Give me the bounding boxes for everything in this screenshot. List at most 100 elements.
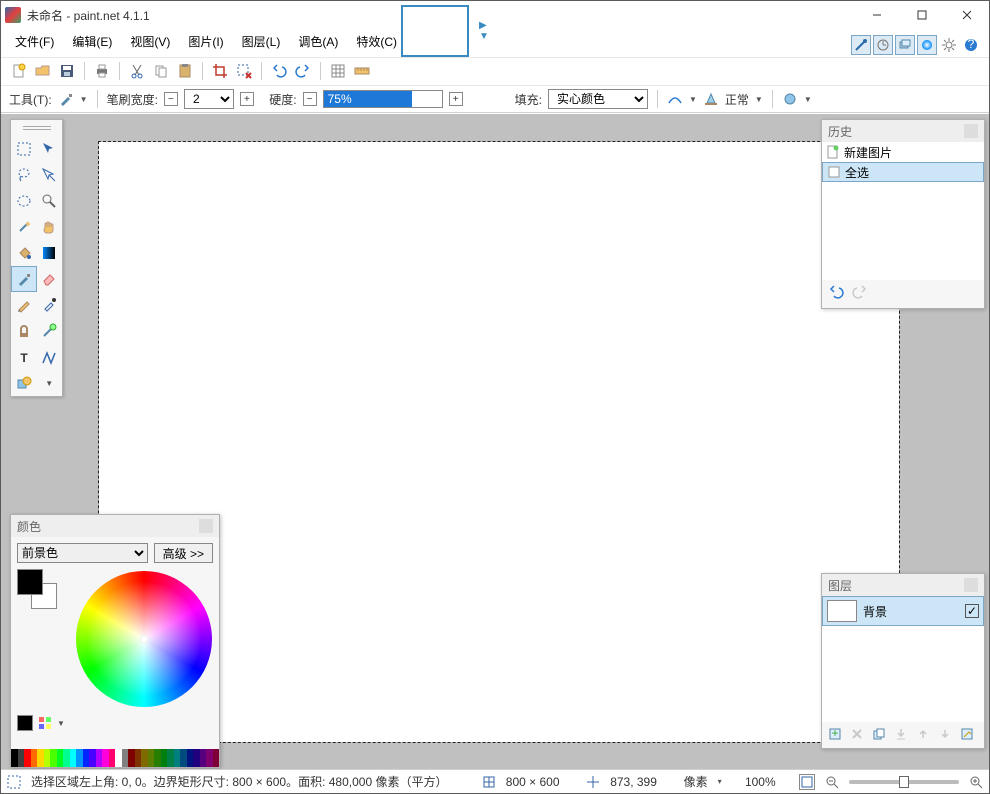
merge-down-icon[interactable] bbox=[892, 725, 910, 743]
layer-visible-checkbox[interactable]: ✓ bbox=[965, 604, 979, 618]
fg-color-swatch[interactable] bbox=[17, 569, 43, 595]
hardness-decrease[interactable]: − bbox=[303, 92, 317, 106]
history-window-toggle[interactable] bbox=[873, 35, 893, 55]
history-item[interactable]: 全选 bbox=[822, 162, 984, 182]
line-tool[interactable] bbox=[37, 344, 63, 370]
redo-icon[interactable] bbox=[293, 61, 313, 81]
layers-panel-close[interactable] bbox=[964, 578, 978, 592]
tools-window-toggle[interactable] bbox=[851, 35, 871, 55]
palette-current[interactable] bbox=[17, 715, 33, 731]
overwrite-dropdown[interactable]: ▼ bbox=[804, 95, 812, 104]
layers-window-toggle[interactable] bbox=[895, 35, 915, 55]
add-layer-icon[interactable]: + bbox=[826, 725, 844, 743]
grid-icon[interactable] bbox=[328, 61, 348, 81]
delete-layer-icon[interactable] bbox=[848, 725, 866, 743]
ellipse-select-tool[interactable] bbox=[11, 188, 37, 214]
crop-icon[interactable] bbox=[210, 61, 230, 81]
shapes-tool[interactable] bbox=[11, 370, 37, 396]
ruler-icon[interactable] bbox=[352, 61, 372, 81]
shapes-dropdown[interactable]: ▼ bbox=[37, 370, 63, 396]
history-panel-close[interactable] bbox=[964, 124, 978, 138]
print-icon[interactable] bbox=[92, 61, 112, 81]
current-tool-icon[interactable] bbox=[58, 91, 74, 107]
color-wheel[interactable] bbox=[76, 571, 212, 707]
color-picker-tool[interactable] bbox=[37, 292, 63, 318]
brush-width-decrease[interactable]: − bbox=[164, 92, 178, 106]
palette-dropdown[interactable]: ▼ bbox=[57, 719, 65, 728]
settings-icon[interactable] bbox=[939, 35, 959, 55]
zoom-in-icon[interactable] bbox=[969, 775, 983, 789]
history-redo-icon[interactable] bbox=[852, 284, 868, 300]
antialias-icon[interactable] bbox=[667, 91, 683, 107]
paintbrush-tool[interactable] bbox=[11, 266, 37, 292]
zoom-out-icon[interactable] bbox=[825, 775, 839, 789]
pencil-tool[interactable] bbox=[11, 292, 37, 318]
minimize-button[interactable] bbox=[854, 1, 899, 29]
close-button[interactable] bbox=[944, 1, 989, 29]
paste-icon[interactable] bbox=[175, 61, 195, 81]
status-cursor-pos: 873, 399 bbox=[610, 775, 657, 789]
zoom-tool[interactable] bbox=[37, 188, 63, 214]
blend-icon[interactable] bbox=[703, 91, 719, 107]
units-dropdown[interactable]: ▾ bbox=[718, 777, 722, 786]
magic-wand-tool[interactable] bbox=[11, 214, 37, 240]
hardness-slider[interactable]: 75% bbox=[323, 90, 443, 108]
history-item[interactable]: 新建图片 bbox=[822, 142, 984, 162]
palette-manage-icon[interactable] bbox=[37, 715, 53, 731]
cut-icon[interactable] bbox=[127, 61, 147, 81]
maximize-button[interactable] bbox=[899, 1, 944, 29]
brush-width-increase[interactable]: + bbox=[240, 92, 254, 106]
rect-select-tool[interactable] bbox=[11, 136, 37, 162]
menu-edit[interactable]: 编辑(E) bbox=[64, 30, 120, 53]
duplicate-layer-icon[interactable] bbox=[870, 725, 888, 743]
menu-file[interactable]: 文件(F) bbox=[7, 30, 62, 53]
advanced-button[interactable]: 高级 >> bbox=[154, 543, 213, 563]
document-thumbnail[interactable] bbox=[401, 5, 469, 57]
move-up-icon[interactable] bbox=[914, 725, 932, 743]
move-pixels-tool[interactable] bbox=[37, 162, 63, 188]
menu-layer[interactable]: 图层(L) bbox=[234, 30, 289, 53]
overwrite-icon[interactable] bbox=[782, 91, 798, 107]
lasso-tool[interactable] bbox=[11, 162, 37, 188]
text-tool[interactable]: T bbox=[11, 344, 37, 370]
layer-properties-icon[interactable] bbox=[958, 725, 976, 743]
palette-strip[interactable] bbox=[11, 749, 219, 767]
fill-tool[interactable] bbox=[11, 240, 37, 266]
tools-panel-grip[interactable] bbox=[11, 120, 62, 136]
menu-image[interactable]: 图片(I) bbox=[180, 30, 231, 53]
colors-window-toggle[interactable] bbox=[917, 35, 937, 55]
move-down-icon[interactable] bbox=[936, 725, 954, 743]
help-icon[interactable]: ? bbox=[961, 35, 981, 55]
menu-view[interactable]: 视图(V) bbox=[122, 30, 178, 53]
open-file-icon[interactable] bbox=[33, 61, 53, 81]
history-undo-icon[interactable] bbox=[828, 284, 844, 300]
fg-bg-swatch[interactable] bbox=[17, 569, 57, 609]
layer-item[interactable]: 背景 ✓ bbox=[822, 596, 984, 626]
recolor-tool[interactable] bbox=[37, 318, 63, 344]
colors-panel-close[interactable] bbox=[199, 519, 213, 533]
undo-icon[interactable] bbox=[269, 61, 289, 81]
thumbnail-dropdown-icon[interactable]: ▶▼ bbox=[479, 20, 489, 42]
fill-select[interactable]: 实心颜色 bbox=[548, 89, 648, 109]
menu-adjust[interactable]: 调色(A) bbox=[290, 30, 346, 53]
pan-tool[interactable] bbox=[37, 214, 63, 240]
fit-window-icon[interactable] bbox=[799, 774, 815, 790]
blend-dropdown[interactable]: ▼ bbox=[755, 95, 763, 104]
brush-width-input[interactable]: 2 bbox=[184, 89, 234, 109]
zoom-slider[interactable] bbox=[849, 780, 959, 784]
color-wheel-picker[interactable] bbox=[140, 635, 148, 643]
save-icon[interactable] bbox=[57, 61, 77, 81]
color-mode-select[interactable]: 前景色 bbox=[17, 543, 148, 563]
move-selection-tool[interactable] bbox=[37, 136, 63, 162]
deselect-icon[interactable] bbox=[234, 61, 254, 81]
antialias-dropdown[interactable]: ▼ bbox=[689, 95, 697, 104]
gradient-tool[interactable] bbox=[37, 240, 63, 266]
hardness-increase[interactable]: + bbox=[449, 92, 463, 106]
palette-swatch[interactable] bbox=[213, 749, 220, 767]
clone-stamp-tool[interactable] bbox=[11, 318, 37, 344]
new-file-icon[interactable] bbox=[9, 61, 29, 81]
menu-effects[interactable]: 特效(C) bbox=[348, 30, 405, 53]
copy-icon[interactable] bbox=[151, 61, 171, 81]
eraser-tool[interactable] bbox=[37, 266, 63, 292]
tool-dropdown-icon[interactable]: ▼ bbox=[80, 95, 88, 104]
